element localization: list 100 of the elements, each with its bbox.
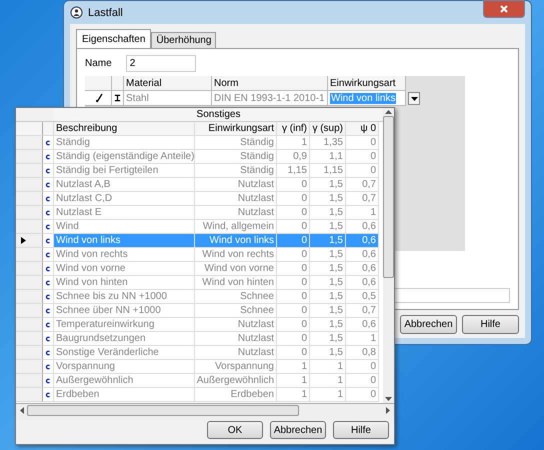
table-cell[interactable]: 0 <box>277 332 310 346</box>
table-cell[interactable]: Wind von rechts <box>195 248 277 262</box>
table-cell[interactable]: Nutzlast E <box>54 206 195 220</box>
tab[interactable]: Überhöhung <box>151 32 216 48</box>
table-cell[interactable]: 0 <box>277 178 310 192</box>
table-cell[interactable]: Wind von links <box>54 234 195 248</box>
table-cell[interactable]: Nutzlast <box>195 318 277 332</box>
table-cell[interactable]: Nutzlast <box>195 192 277 206</box>
table-cell[interactable]: 1 <box>346 332 379 346</box>
table-cell[interactable]: Nutzlast <box>195 178 277 192</box>
table-cell[interactable]: 1,35 <box>310 136 346 150</box>
selected-text[interactable]: Wind von links <box>330 92 396 104</box>
table-cell[interactable]: 1,5 <box>310 332 346 346</box>
vertical-scrollbar[interactable] <box>383 108 394 403</box>
dialog-button[interactable]: Hilfe <box>333 421 389 439</box>
table-cell[interactable]: Wind von links <box>195 234 277 248</box>
table-cell[interactable]: Wind von vorne <box>54 262 195 276</box>
table-cell[interactable]: 1 <box>310 388 346 402</box>
table-cell[interactable]: Außergewöhnlich <box>195 374 277 388</box>
table-cell[interactable]: Ständig (eigenständige Anteile) <box>54 150 195 164</box>
scroll-right-icon[interactable] <box>386 407 390 414</box>
table-cell[interactable]: 0 <box>277 206 310 220</box>
table-cell[interactable]: Nutzlast C,D <box>54 192 195 206</box>
column-header[interactable]: γ (inf) <box>277 122 310 136</box>
table-cell[interactable]: 1,5 <box>310 304 346 318</box>
table-cell[interactable]: 1 <box>277 136 310 150</box>
scrollbar-thumb[interactable] <box>27 405 299 416</box>
name-field[interactable]: 2 <box>126 55 196 72</box>
table-cell[interactable]: 1,5 <box>310 290 346 304</box>
table-cell[interactable]: Außergewöhnlich <box>54 374 195 388</box>
table-cell[interactable]: 1,5 <box>310 178 346 192</box>
table-cell[interactable]: 1,15 <box>277 164 310 178</box>
table-cell[interactable]: Temperatureinwirkung <box>54 318 195 332</box>
dialog-button[interactable]: Hilfe <box>462 315 519 334</box>
dialog-button[interactable]: OK <box>207 421 263 439</box>
table-cell[interactable]: 0 <box>346 374 379 388</box>
table-cell[interactable]: 0,6 <box>346 262 379 276</box>
table-cell[interactable]: 0 <box>277 192 310 206</box>
table-cell[interactable]: 0 <box>346 164 379 178</box>
horizontal-scrollbar[interactable] <box>16 404 394 417</box>
scroll-down-icon[interactable] <box>385 397 392 401</box>
table-cell[interactable]: 0,5 <box>346 290 379 304</box>
table-cell[interactable]: 1,5 <box>310 346 346 360</box>
table-cell[interactable]: 0 <box>277 276 310 290</box>
table-cell[interactable]: Schnee <box>195 304 277 318</box>
table-cell[interactable]: Erdbeben <box>195 388 277 402</box>
table-cell[interactable]: 1,5 <box>310 234 346 248</box>
column-header[interactable]: γ (sup) <box>310 122 346 136</box>
table-cell[interactable]: 0,6 <box>346 276 379 290</box>
column-header[interactable]: Beschreibung <box>54 122 195 136</box>
table-cell[interactable]: 0 <box>346 388 379 402</box>
table-cell[interactable]: 1,1 <box>310 150 346 164</box>
table-cell[interactable]: Stahl <box>124 91 212 106</box>
scroll-left-icon[interactable] <box>20 407 24 414</box>
table-cell[interactable]: 0 <box>277 262 310 276</box>
table-cell[interactable]: 0 <box>277 318 310 332</box>
table-cell[interactable]: Nutzlast <box>195 206 277 220</box>
table-cell[interactable]: Vorspannung <box>54 360 195 374</box>
table-cell[interactable]: 1,5 <box>310 206 346 220</box>
scroll-up-icon[interactable] <box>385 110 392 114</box>
table-cell[interactable]: 1 <box>277 388 310 402</box>
table-cell[interactable]: 0 <box>277 234 310 248</box>
table-cell[interactable]: Sonstige Veränderliche <box>54 346 195 360</box>
table-cell[interactable]: 0 <box>277 290 310 304</box>
table-cell[interactable]: 0 <box>277 304 310 318</box>
table-cell[interactable]: 0,6 <box>346 248 379 262</box>
table-cell[interactable]: 0 <box>346 150 379 164</box>
table-cell[interactable]: 1,5 <box>310 192 346 206</box>
table-cell[interactable]: 1,5 <box>310 262 346 276</box>
table-cell[interactable]: Vorspannung <box>195 360 277 374</box>
tab[interactable]: Eigenschaften <box>76 29 152 48</box>
table-cell[interactable]: Schnee bis zu NN +1000 <box>54 290 195 304</box>
table-cell[interactable]: 0,7 <box>346 304 379 318</box>
table-cell[interactable]: 0 <box>277 346 310 360</box>
column-header[interactable]: ψ 0 <box>346 122 379 136</box>
row-header[interactable] <box>16 234 43 248</box>
table-cell[interactable]: 1 <box>277 360 310 374</box>
table-cell[interactable]: 1 <box>277 374 310 388</box>
table-cell[interactable]: Wind von hinten <box>54 276 195 290</box>
table-cell[interactable]: 1 <box>310 374 346 388</box>
table-cell[interactable]: Nutzlast A,B <box>54 178 195 192</box>
close-button[interactable] <box>483 0 525 18</box>
table-cell[interactable]: Wind von rechts <box>54 248 195 262</box>
table-cell[interactable]: 1,5 <box>310 276 346 290</box>
table-cell[interactable]: Wind von links <box>328 91 406 106</box>
column-header[interactable]: Einwirkungsart <box>195 122 277 136</box>
table-cell[interactable]: 0 <box>346 360 379 374</box>
table-cell[interactable]: 0 <box>346 136 379 150</box>
table-cell[interactable]: 1,15 <box>310 164 346 178</box>
table-cell[interactable]: DIN EN 1993-1-1 2010-1 <box>212 91 328 106</box>
table-cell[interactable]: Schnee <box>195 290 277 304</box>
table-cell[interactable]: Ständig bei Fertigteilen <box>54 164 195 178</box>
table-cell[interactable]: Wind von hinten <box>195 276 277 290</box>
dialog-button[interactable]: Abbrechen <box>400 315 457 334</box>
table-cell[interactable]: Wind von vorne <box>195 262 277 276</box>
table-cell[interactable]: Nutzlast <box>195 346 277 360</box>
table-cell[interactable]: 0,6 <box>346 234 379 248</box>
table-cell[interactable]: 0,7 <box>346 178 379 192</box>
table-cell[interactable]: Erdbeben <box>54 388 195 402</box>
dropdown-button[interactable] <box>408 92 420 105</box>
